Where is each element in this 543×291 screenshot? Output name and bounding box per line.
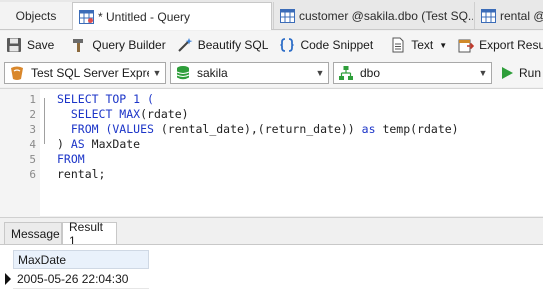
query-table-icon [79,9,94,24]
sql-text: rental; [57,167,106,181]
schema-value: dbo [360,66,381,80]
connection-selector-row: Test SQL Server Expres ▼ sakila ▼ dbo ▼ … [0,59,543,87]
tab-result-1[interactable]: Result 1 [62,220,117,248]
row-pointer-icon [5,273,11,285]
query-builder-button[interactable]: Query Builder [65,33,170,57]
table-row[interactable]: 2005-05-26 22:04:30 [13,270,149,289]
database-select[interactable]: sakila ▼ [170,62,329,84]
sql-text: (rental_date),(return_date)) [160,122,362,136]
play-icon [502,67,513,79]
tab-customer[interactable]: customer @sakila.dbo (Test SQ... [273,2,473,29]
tab-untitled-query-label: * Untitled - Query [98,9,191,24]
sql-keyword: FROM [57,152,85,166]
code-snippet-label: Code Snippet [300,38,374,52]
database-value: sakila [197,66,228,80]
sql-text: ) [57,137,71,151]
braces-icon [280,38,294,52]
chevron-down-icon: ▼ [315,68,325,78]
chevron-down-icon: ▼ [439,40,448,50]
chevron-down-icon: ▼ [478,68,488,78]
line-number: 5 [29,153,36,166]
query-builder-label: Query Builder [92,38,166,52]
sql-keyword: as [361,122,383,136]
document-icon [392,37,404,53]
sql-editor[interactable]: 1 SELECT TOP 1 ( 2 SELECT MAX(rdate) 3 FROM… [0,88,543,217]
sql-text: MaxDate [91,137,141,151]
sql-text: temp(rdate) [382,122,459,136]
connection-select[interactable]: Test SQL Server Expres ▼ [4,62,166,84]
table-icon [481,8,496,23]
line-number: 1 [29,93,36,106]
code-line[interactable]: rental; [57,167,105,182]
code-line[interactable]: SELECT MAX(rdate) [57,107,189,122]
code-line[interactable]: SELECT TOP 1 ( [57,92,154,107]
code-line[interactable]: FROM (VALUES (rental_date),(return_date)… [57,122,459,137]
run-label: Run [519,66,542,80]
schema-icon [339,66,353,80]
tab-message-label: Message [11,227,60,241]
save-icon [7,38,21,52]
magic-wand-icon [178,38,193,52]
export-result-label: Export Result [479,38,543,52]
table-cell: 2005-05-26 22:04:30 [17,272,129,286]
fold-guide [44,98,53,144]
tab-rental[interactable]: rental @ [474,2,543,29]
text-mode-button[interactable]: Text ▼ [384,33,452,57]
query-toolbar: Save Query Builder Beautify SQL Code Sni… [0,31,543,59]
tab-rental-label: rental @ [500,8,543,23]
tab-objects[interactable]: Objects [0,2,72,29]
run-button[interactable]: Run [500,63,541,83]
tab-customer-label: customer @sakila.dbo (Test SQ... [299,8,473,23]
tab-message[interactable]: Message [4,222,62,245]
export-icon [458,39,475,53]
sql-keyword: SELECT TOP 1 ( [57,92,154,106]
column-header-label: MaxDate [18,252,67,267]
line-number: 6 [29,168,36,181]
connection-value: Test SQL Server Expres [31,66,149,80]
database-icon [176,66,190,80]
export-result-button[interactable]: Export Result [452,33,543,57]
sql-keyword: FROM (VALUES [57,122,161,136]
chevron-down-icon: ▼ [152,68,162,78]
sql-text: (rdate) [140,107,189,121]
sql-server-icon [11,66,23,80]
save-button[interactable]: Save [0,33,59,57]
tab-objects-label: Objects [15,8,57,23]
schema-select[interactable]: dbo ▼ [333,62,492,84]
code-snippet-button[interactable]: Code Snippet [273,33,378,57]
line-number: 4 [29,138,36,151]
beautify-sql-button[interactable]: Beautify SQL [171,33,274,57]
line-number: 3 [29,123,36,136]
hammer-icon [73,39,84,52]
save-label: Save [27,38,55,52]
text-mode-label: Text [411,38,434,52]
sql-keyword: SELECT MAX [57,107,141,121]
beautify-sql-label: Beautify SQL [197,38,269,52]
table-icon [280,8,295,23]
code-line[interactable]: FROM [57,152,85,167]
column-header-maxdate[interactable]: MaxDate [13,250,149,269]
result-grid: MaxDate 2005-05-26 22:04:30 [0,244,543,291]
tab-untitled-query[interactable]: * Untitled - Query [72,2,272,30]
code-line[interactable]: ) AS MaxDate [57,137,140,152]
sql-keyword: AS [70,137,92,151]
result-tab-strip: Message Result 1 [0,217,543,248]
document-tab-strip: Objects * Untitled - Query customer @sak… [0,0,543,30]
line-number: 2 [29,108,36,121]
